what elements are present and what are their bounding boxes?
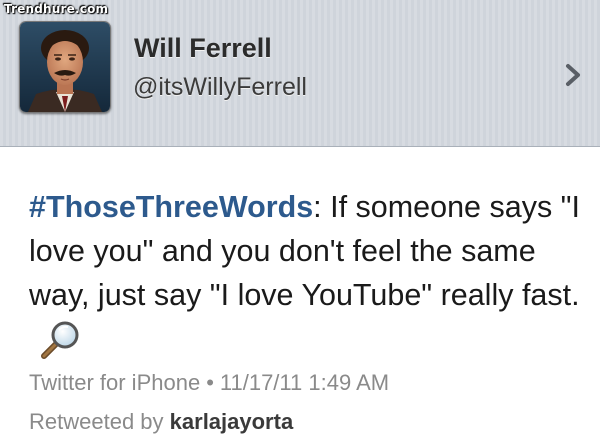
chevron-right-icon[interactable]	[560, 62, 586, 88]
tweet-source: Twitter for iPhone	[29, 370, 201, 395]
tweet-timestamp: 11/17/11 1:49 AM	[219, 370, 390, 395]
avatar-image	[20, 22, 110, 112]
profile-name: Will Ferrell	[134, 33, 272, 63]
retweeted-prefix: Retweeted by	[29, 409, 164, 434]
retweet-info: Retweeted by karlajayorta	[29, 409, 293, 435]
tweet-text: #ThoseThreeWords: If someone says "I lov…	[29, 185, 589, 361]
avatar[interactable]	[19, 21, 111, 113]
profile-header[interactable]: Will Ferrell @itsWillyFerrell	[0, 0, 600, 147]
watermark: Trendhure.com	[4, 2, 109, 16]
tweet-meta: Twitter for iPhone • 11/17/11 1:49 AM	[29, 370, 389, 396]
meta-separator: •	[206, 370, 214, 395]
retweeter-link[interactable]: karlajayorta	[170, 409, 294, 434]
magnifier-icon[interactable]	[39, 319, 81, 361]
hashtag-link[interactable]: #ThoseThreeWords	[29, 190, 313, 224]
profile-handle: @itsWillyFerrell	[133, 73, 307, 101]
